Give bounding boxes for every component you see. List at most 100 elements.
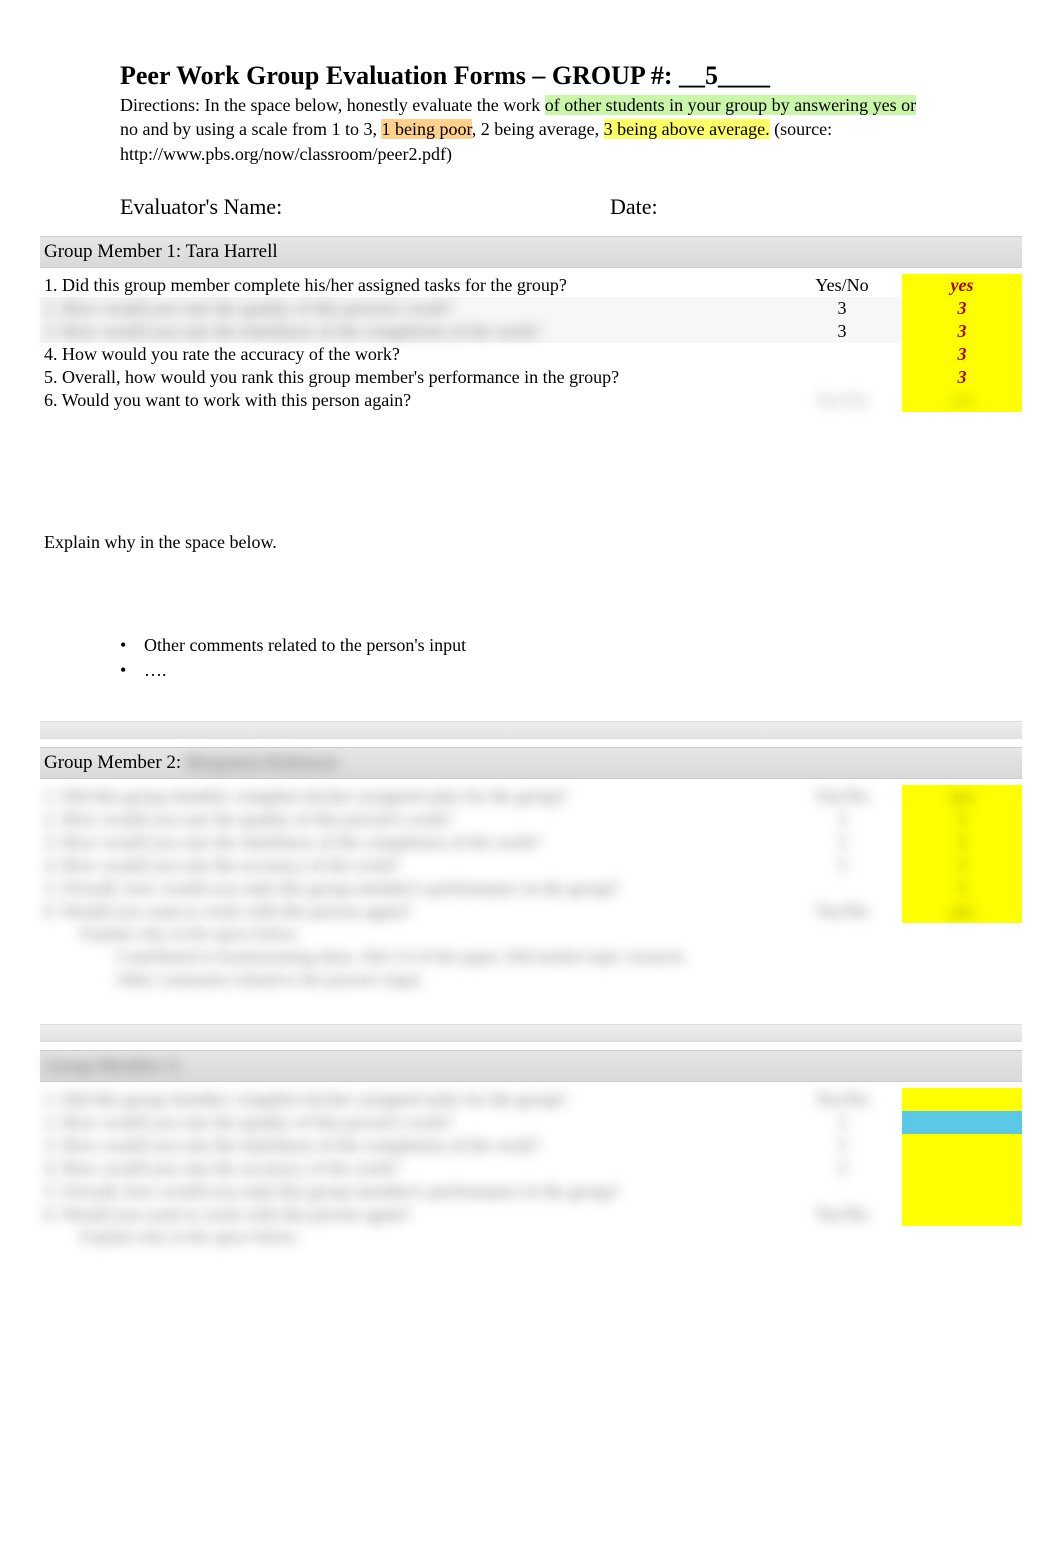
page-title: Peer Work Group Evaluation Forms – GROUP… bbox=[120, 61, 770, 90]
question-text: 3. How would you rate the timeliness of … bbox=[40, 831, 782, 854]
bullet-icon: • bbox=[120, 658, 144, 683]
table-row: 6. Would you want to work with this pers… bbox=[40, 900, 1022, 923]
question-mid bbox=[782, 877, 902, 900]
section-divider bbox=[40, 1024, 1022, 1042]
question-answer bbox=[902, 1180, 1022, 1203]
list-item: • Other comments related to the person's… bbox=[120, 633, 1022, 658]
question-mid: 3 bbox=[782, 1157, 902, 1180]
question-mid: Yes/No bbox=[782, 274, 902, 297]
table-row: 4. How would you rate the accuracy of th… bbox=[40, 1157, 1022, 1180]
question-text: 4. How would you rate the accuracy of th… bbox=[40, 854, 782, 877]
question-mid: 3 bbox=[782, 297, 902, 320]
question-text: 6. Would you want to work with this pers… bbox=[40, 389, 782, 412]
question-text: 3. How would you rate the timeliness of … bbox=[40, 320, 782, 343]
question-text: 5. Overall, how would you rank this grou… bbox=[40, 1180, 782, 1203]
evaluator-date-row: Evaluator's Name: Date: bbox=[40, 176, 1022, 236]
question-text: 2. How would you rate the quality of thi… bbox=[40, 1111, 782, 1134]
question-mid: Yes/No bbox=[782, 389, 902, 412]
member3-question-table: 1. Did this group member complete his/he… bbox=[40, 1088, 1022, 1226]
question-answer: 3 bbox=[902, 808, 1022, 831]
question-mid: Yes/No bbox=[782, 1088, 902, 1111]
member2-explain-block: Explain why in the space below. Contribu… bbox=[40, 923, 1022, 992]
question-answer: 3 bbox=[902, 831, 1022, 854]
question-mid bbox=[782, 366, 902, 389]
group-number: 5 bbox=[705, 61, 718, 90]
question-mid: 3 bbox=[782, 320, 902, 343]
member3-explain-block: Explain why in the space below. bbox=[40, 1226, 1022, 1249]
list-item: • …. bbox=[120, 658, 1022, 683]
comment-text: …. bbox=[144, 658, 167, 683]
group-member-3-header: Group Member 3: bbox=[40, 1050, 1022, 1082]
member3-label: Group Member 3: bbox=[44, 1055, 181, 1076]
table-row: 3. How would you rate the timeliness of … bbox=[40, 320, 1022, 343]
table-row: 6. Would you want to work with this pers… bbox=[40, 1203, 1022, 1226]
table-row: 2. How would you rate the quality of thi… bbox=[40, 1111, 1022, 1134]
table-row: 2. How would you rate the quality of thi… bbox=[40, 808, 1022, 831]
question-text: 2. How would you rate the quality of thi… bbox=[40, 297, 782, 320]
question-mid: Yes/No bbox=[782, 1203, 902, 1226]
question-text: 4. How would you rate the accuracy of th… bbox=[40, 1157, 782, 1180]
member2-sub2: Other comments related to the person's i… bbox=[80, 969, 1022, 992]
question-answer: 3 bbox=[902, 320, 1022, 343]
explain-label: Explain why in the space below. bbox=[40, 412, 1022, 633]
question-text: 2. How would you rate the quality of thi… bbox=[40, 808, 782, 831]
question-mid bbox=[782, 343, 902, 366]
question-answer: yes bbox=[902, 900, 1022, 923]
directions-mid2: , 2 being average, bbox=[472, 119, 604, 139]
question-answer bbox=[902, 1111, 1022, 1134]
group-member-1-header: Group Member 1: Tara Harrell bbox=[40, 236, 1022, 268]
question-answer: 3 bbox=[902, 343, 1022, 366]
question-answer bbox=[902, 1157, 1022, 1180]
table-row: 1. Did this group member complete his/he… bbox=[40, 1088, 1022, 1111]
question-answer: 3 bbox=[902, 877, 1022, 900]
table-row: 2. How would you rate the quality of thi… bbox=[40, 297, 1022, 320]
table-row: 3. How would you rate the timeliness of … bbox=[40, 831, 1022, 854]
member1-name: Tara Harrell bbox=[186, 241, 278, 262]
comment-text: Other comments related to the person's i… bbox=[144, 633, 466, 658]
table-row: 4. How would you rate the accuracy of th… bbox=[40, 854, 1022, 877]
member1-label: Group Member 1: bbox=[44, 241, 186, 262]
table-row: 1. Did this group member complete his/he… bbox=[40, 785, 1022, 808]
evaluator-name-label: Evaluator's Name: bbox=[120, 194, 610, 220]
title-prefix: Peer Work Group Evaluation Forms – GROUP… bbox=[120, 61, 705, 90]
title-suffix: ____ bbox=[718, 61, 770, 90]
section-divider bbox=[40, 721, 1022, 739]
directions-highlight-green: of other students in your group by answe… bbox=[545, 95, 916, 115]
question-answer: yes bbox=[902, 785, 1022, 808]
question-answer bbox=[902, 1088, 1022, 1111]
member1-question-table: 1. Did this group member complete his/he… bbox=[40, 274, 1022, 412]
question-mid: 3 bbox=[782, 1134, 902, 1157]
directions-highlight-poor: 1 being poor bbox=[381, 119, 471, 139]
member3-explain: Explain why in the space below. bbox=[80, 1226, 1022, 1249]
table-row: 3. How would you rate the timeliness of … bbox=[40, 1134, 1022, 1157]
question-mid: 3 bbox=[782, 831, 902, 854]
member2-explain: Explain why in the space below. bbox=[80, 923, 1022, 946]
question-answer bbox=[902, 1203, 1022, 1226]
question-answer: yes bbox=[902, 274, 1022, 297]
directions-lead: Directions: In the space below, honestly… bbox=[120, 95, 545, 115]
question-answer: yes bbox=[902, 389, 1022, 412]
table-row: 6. Would you want to work with this pers… bbox=[40, 389, 1022, 412]
question-mid: 3 bbox=[782, 1111, 902, 1134]
question-text: 3. How would you rate the timeliness of … bbox=[40, 1134, 782, 1157]
member2-name: Benjamin Robinson bbox=[186, 752, 337, 774]
directions-text: Directions: In the space below, honestly… bbox=[40, 91, 920, 176]
table-row: 4. How would you rate the accuracy of th… bbox=[40, 343, 1022, 366]
question-text: 5. Overall, how would you rank this grou… bbox=[40, 877, 782, 900]
date-label: Date: bbox=[610, 194, 658, 220]
question-text: 4. How would you rate the accuracy of th… bbox=[40, 343, 782, 366]
directions-mid1: no and by using a scale from 1 to 3, bbox=[120, 119, 381, 139]
table-row: 1. Did this group member complete his/he… bbox=[40, 274, 1022, 297]
question-text: 6. Would you want to work with this pers… bbox=[40, 1203, 782, 1226]
question-answer: 3 bbox=[902, 854, 1022, 877]
directions-highlight-above: 3 being above average. bbox=[604, 119, 770, 139]
table-row: 5. Overall, how would you rank this grou… bbox=[40, 366, 1022, 389]
table-row: 5. Overall, how would you rank this grou… bbox=[40, 877, 1022, 900]
question-answer: 3 bbox=[902, 366, 1022, 389]
table-row: 5. Overall, how would you rank this grou… bbox=[40, 1180, 1022, 1203]
member2-sub1: Contributed to brainstorming ideas. Did … bbox=[80, 946, 1022, 969]
question-mid bbox=[782, 1180, 902, 1203]
question-text: 1. Did this group member complete his/he… bbox=[40, 1088, 782, 1111]
question-mid: 3 bbox=[782, 808, 902, 831]
member2-label: Group Member 2: bbox=[44, 752, 186, 773]
